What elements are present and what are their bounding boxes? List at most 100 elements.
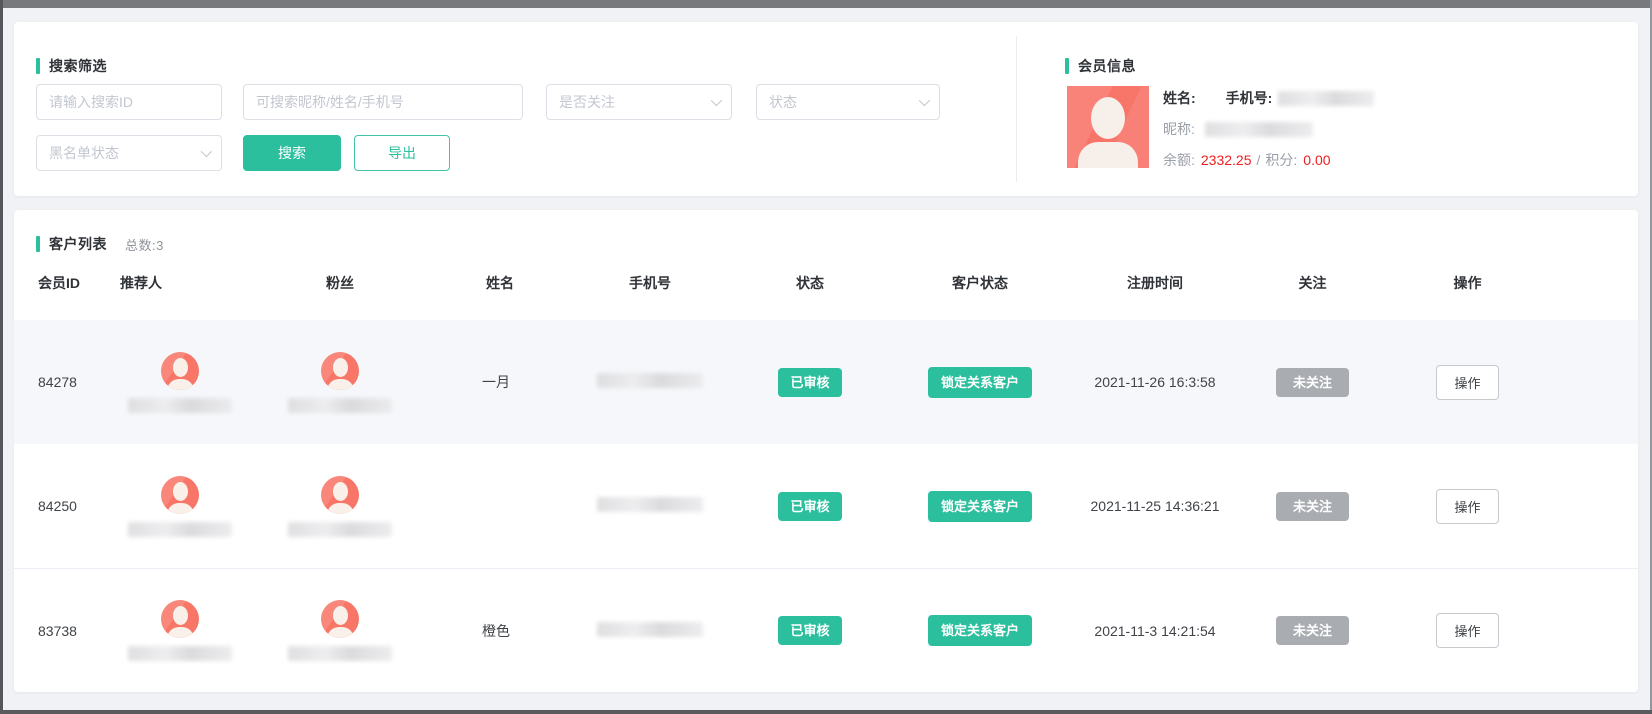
member-points-label: 积分: [1265, 150, 1297, 170]
cell-register-time: 2021-11-3 14:21:54 [1070, 623, 1240, 639]
blacklist-filter-select[interactable]: 黑名单状态 [36, 135, 222, 171]
search-keyword-input[interactable] [243, 84, 523, 120]
fans-cell [250, 352, 430, 413]
search-filter-title-text: 搜索筛选 [49, 56, 107, 76]
title-accent-bar [1065, 58, 1069, 74]
avatar-shine [321, 600, 359, 638]
fan-avatar[interactable] [321, 352, 359, 390]
col-header-phone: 手机号 [570, 273, 730, 293]
cell-follow: 未关注 [1240, 616, 1385, 645]
row-action-button[interactable]: 操作 [1436, 613, 1498, 648]
col-header-customer-status: 客户状态 [890, 273, 1070, 293]
status-filter-select[interactable]: 状态 [756, 84, 940, 120]
cell-customer-status: 锁定关系客户 [890, 491, 1070, 522]
app-window: 搜索筛选 是否关注 状态 黑名单状态 搜索 导出 会员信息 [0, 0, 1652, 714]
fan-avatar[interactable] [321, 600, 359, 638]
referrer-name-redacted [128, 522, 232, 537]
phone-redacted [597, 622, 703, 637]
avatar-shine [321, 352, 359, 390]
person-icon [1078, 142, 1138, 168]
row-action-button[interactable]: 操作 [1436, 365, 1498, 400]
cell-register-time: 2021-11-25 14:36:21 [1070, 498, 1240, 514]
member-name-label: 姓名: [1163, 88, 1196, 108]
customer-list-title: 客户列表 总数:3 [36, 234, 164, 254]
cell-action: 操作 [1385, 489, 1550, 524]
avatar-shine [161, 476, 199, 514]
col-header-status: 状态 [730, 273, 890, 293]
cell-follow: 未关注 [1240, 368, 1385, 397]
referrer-cell [110, 476, 250, 537]
member-name-row: 姓名: 手机号: [1163, 88, 1463, 108]
search-id-input[interactable] [36, 84, 222, 120]
title-accent-bar [36, 236, 40, 252]
cell-phone [570, 497, 730, 515]
referrer-cell [110, 600, 250, 661]
referrer-avatar[interactable] [161, 352, 199, 390]
table-header-row: 会员ID 推荐人 粉丝 姓名 手机号 状态 客户状态 注册时间 关注 操作 [14, 264, 1638, 302]
col-header-referrer: 推荐人 [110, 273, 250, 293]
referrer-name-redacted [128, 398, 232, 413]
table-row: 84278 一月 已审核 锁定关系客户 2021-11-26 16:3:58 未… [14, 320, 1638, 444]
row-action-button[interactable]: 操作 [1436, 489, 1498, 524]
follow-filter-placeholder: 是否关注 [559, 92, 615, 112]
window-top-bar [0, 0, 1652, 8]
customer-status-badge: 锁定关系客户 [928, 615, 1032, 646]
member-points-value: 0.00 [1303, 152, 1330, 168]
customer-status-badge: 锁定关系客户 [928, 491, 1032, 522]
member-nickname-row: 昵称: [1163, 119, 1463, 139]
cell-customer-status: 锁定关系客户 [890, 615, 1070, 646]
cell-status: 已审核 [730, 616, 890, 645]
fans-cell [250, 476, 430, 537]
status-badge: 已审核 [778, 368, 841, 397]
phone-redacted [597, 497, 703, 512]
referrer-avatar[interactable] [161, 600, 199, 638]
cell-member-id: 84278 [30, 374, 110, 390]
table-row: 83738 橙色 已审核 锁定关系客户 2021-11-3 14:21:54 未… [14, 568, 1638, 692]
search-filter-title: 搜索筛选 [36, 56, 107, 76]
export-button[interactable]: 导出 [354, 135, 450, 171]
follow-badge: 未关注 [1276, 616, 1349, 645]
cell-member-id: 84250 [30, 498, 110, 514]
cell-status: 已审核 [730, 492, 890, 521]
cell-customer-status: 锁定关系客户 [890, 367, 1070, 398]
follow-badge: 未关注 [1276, 368, 1349, 397]
customer-status-badge: 锁定关系客户 [928, 367, 1032, 398]
follow-filter-select[interactable]: 是否关注 [546, 84, 732, 120]
window-bottom-bar [0, 710, 1652, 714]
search-button[interactable]: 搜索 [243, 135, 341, 171]
member-balance-label: 余额: [1163, 150, 1195, 170]
member-nickname-label: 昵称: [1163, 119, 1195, 139]
follow-badge: 未关注 [1276, 492, 1349, 521]
cell-register-time: 2021-11-26 16:3:58 [1070, 374, 1240, 390]
member-avatar [1067, 86, 1149, 168]
member-phone-redacted [1278, 91, 1374, 106]
search-and-member-card: 搜索筛选 是否关注 状态 黑名单状态 搜索 导出 会员信息 [14, 22, 1638, 196]
cell-status: 已审核 [730, 368, 890, 397]
avatar-shine [161, 600, 199, 638]
fan-avatar[interactable] [321, 476, 359, 514]
window-left-edge [0, 0, 3, 714]
customer-total-count: 总数:3 [125, 235, 164, 254]
cell-action: 操作 [1385, 613, 1550, 648]
cell-name: 一月 [430, 372, 570, 392]
member-nickname-redacted [1205, 122, 1313, 137]
chevron-down-icon [919, 95, 930, 106]
member-balance-row: 余额: 2332.25 / 积分: 0.00 [1163, 150, 1463, 170]
status-filter-placeholder: 状态 [769, 92, 797, 112]
panel-divider [1016, 36, 1017, 182]
col-header-member-id: 会员ID [30, 273, 110, 293]
customer-list-card: 客户列表 总数:3 会员ID 推荐人 粉丝 姓名 手机号 状态 客户状态 注册时… [14, 210, 1638, 692]
member-info-title: 会员信息 [1065, 56, 1136, 76]
blacklist-filter-placeholder: 黑名单状态 [49, 143, 119, 163]
chevron-down-icon [711, 95, 722, 106]
title-accent-bar [36, 58, 40, 74]
col-header-follow: 关注 [1240, 273, 1385, 293]
fan-name-redacted [288, 398, 392, 413]
col-header-register-time: 注册时间 [1070, 273, 1240, 293]
cell-follow: 未关注 [1240, 492, 1385, 521]
customer-list-title-text: 客户列表 [49, 234, 107, 254]
cell-action: 操作 [1385, 365, 1550, 400]
referrer-avatar[interactable] [161, 476, 199, 514]
referrer-cell [110, 352, 250, 413]
col-header-action: 操作 [1385, 273, 1550, 293]
